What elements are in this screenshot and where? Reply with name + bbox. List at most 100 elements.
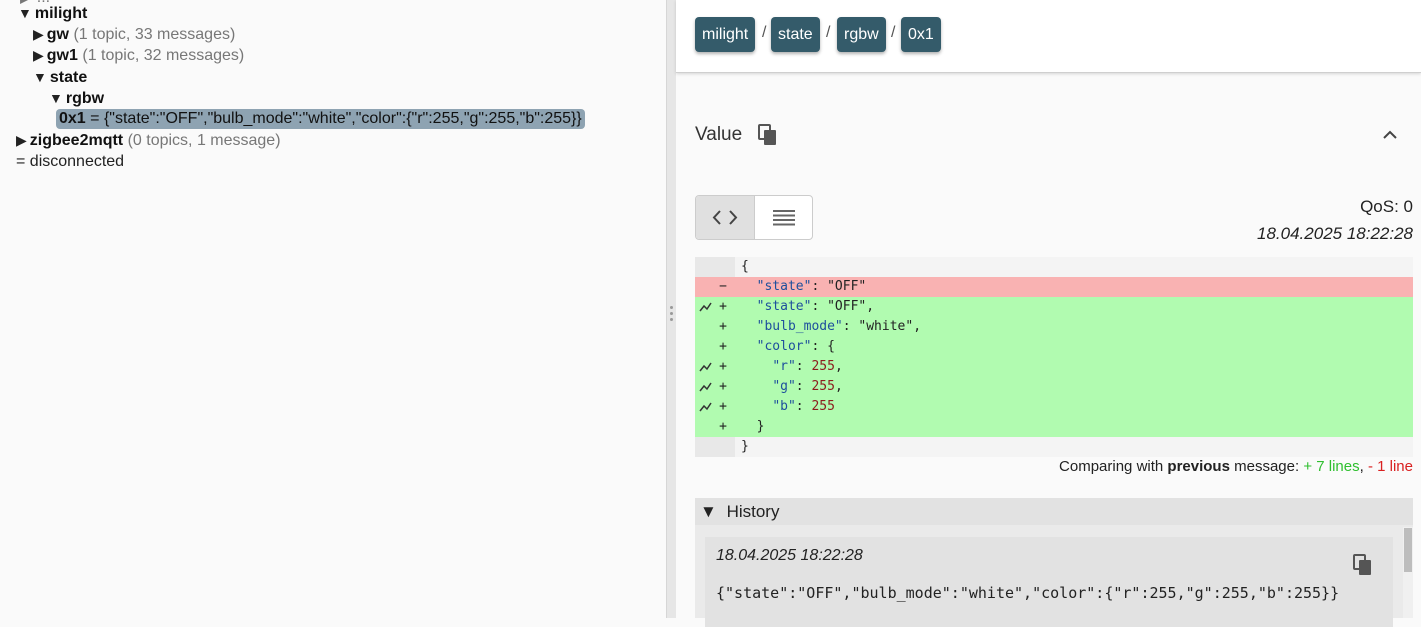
tree-node-label: 0x1: [59, 110, 86, 127]
scrollbar-thumb[interactable]: [1404, 528, 1412, 572]
tree-node-meta: (1 topic, 33 messages): [73, 26, 236, 43]
topic-tree: ▶ ... ▼milight ▶gw (1 topic, 33 messages…: [0, 0, 666, 618]
code-view-button[interactable]: [696, 196, 755, 239]
diff-summary-comma: ,: [1359, 458, 1368, 475]
sparkline-icon[interactable]: [698, 357, 714, 377]
sparkline-icon[interactable]: [698, 377, 714, 397]
diff-code: }: [741, 439, 749, 454]
diff-line-added: + "g": 255,: [695, 377, 1413, 397]
caret-right-icon: ▶: [33, 47, 44, 63]
qos-label: QoS: 0: [1360, 197, 1413, 216]
diff-code: "g": 255,: [772, 379, 843, 394]
diff-marker: +: [719, 339, 727, 354]
view-mode-toggle: [695, 195, 813, 240]
tree-node-label: milight: [34, 5, 88, 22]
diff-summary-ref: previous: [1167, 458, 1230, 475]
history-header[interactable]: ▼ History: [695, 498, 1413, 525]
diff-line-added: + "bulb_mode": "white",: [695, 317, 1413, 337]
diff-gutter: [695, 437, 735, 457]
diff-line-added: + "r": 255,: [695, 357, 1413, 377]
diff-code: "state": "OFF",: [756, 299, 875, 314]
raw-view-icon: [773, 210, 795, 226]
tree-node-label: zigbee2mqtt: [29, 132, 124, 149]
tree-node-rgbw[interactable]: ▼ rgbw: [49, 88, 104, 109]
history-entry-timestamp: 18.04.2025 18:22:28: [716, 547, 863, 564]
diff-gutter: +: [695, 417, 735, 437]
tree-node-gw1[interactable]: ▶ gw1 (1 topic, 32 messages): [33, 45, 244, 66]
raw-view-button[interactable]: [755, 196, 812, 239]
diff-code: "color": {: [756, 339, 835, 354]
diff-code: }: [741, 419, 765, 434]
detail-pane: milight / state / rgbw / 0x1 Value QoS: …: [676, 0, 1421, 627]
tree-node-gw[interactable]: ▶ gw (1 topic, 33 messages): [33, 24, 235, 45]
breadcrumb: milight / state / rgbw / 0x1: [676, 0, 1421, 73]
message-timestamp: 18.04.2025 18:22:28: [1257, 224, 1413, 243]
diff-summary-middle: message:: [1229, 458, 1304, 475]
diff-code: {: [741, 259, 749, 274]
tree-node-zigbee2mqtt[interactable]: ▶ zigbee2mqtt (0 topics, 1 message): [16, 130, 281, 151]
chevron-up-icon[interactable]: [1381, 126, 1399, 144]
breadcrumb-separator: /: [826, 24, 831, 41]
breadcrumb-milight[interactable]: milight: [695, 17, 756, 52]
history-panel: ▼ History 18.04.2025 18:22:28 {"state":"…: [695, 498, 1413, 627]
splitter-grip-icon: [670, 306, 674, 324]
tree-node-0x1-selected[interactable]: 0x1 = {"state":"OFF","bulb_mode":"white"…: [56, 109, 585, 129]
breadcrumb-separator: /: [891, 24, 896, 41]
sparkline-icon[interactable]: [698, 297, 714, 317]
diff-view: {− "state": "OFF" + "state": "OFF", + "bul…: [695, 257, 1413, 457]
diff-line-added: + }: [695, 417, 1413, 437]
history-title: History: [726, 502, 780, 521]
diff-marker: +: [719, 359, 727, 374]
tree-node-value: = {"state":"OFF","bulb_mode":"white","co…: [90, 110, 582, 127]
diff-marker: +: [719, 399, 727, 414]
diff-line-added: + "state": "OFF",: [695, 297, 1413, 317]
diff-line-removed: − "state": "OFF": [695, 277, 1413, 297]
sparkline-icon[interactable]: [698, 397, 714, 417]
diff-gutter: +: [695, 317, 735, 337]
diff-marker: −: [719, 279, 727, 294]
history-entry-value: {"state":"OFF","bulb_mode":"white","colo…: [716, 584, 1340, 602]
diff-line-added: + "color": {: [695, 337, 1413, 357]
diff-gutter: +: [695, 297, 735, 317]
breadcrumb-0x1[interactable]: 0x1: [901, 17, 941, 52]
diff-line-context: }: [695, 437, 1413, 457]
copy-icon[interactable]: [1353, 554, 1373, 576]
tree-node-meta: (1 topic, 32 messages): [82, 47, 245, 64]
diff-gutter: +: [695, 377, 735, 397]
history-entry[interactable]: 18.04.2025 18:22:28 {"state":"OFF","bulb…: [705, 537, 1393, 627]
copy-icon[interactable]: [758, 124, 778, 146]
diff-code: "r": 255,: [772, 359, 843, 374]
diff-marker: +: [719, 319, 727, 334]
diff-summary: Comparing with previous message: + 7 lin…: [1059, 458, 1413, 475]
diff-line-added: + "b": 255: [695, 397, 1413, 417]
caret-right-icon: ▶: [33, 26, 44, 42]
connection-status: = disconnected: [16, 153, 125, 170]
diff-marker: +: [719, 299, 727, 314]
tree-node-label: gw1: [46, 47, 78, 64]
diff-marker: +: [719, 379, 727, 394]
caret-down-icon: ▼: [700, 502, 717, 521]
caret-down-icon: ▼: [18, 5, 32, 21]
diff-code: "b": 255: [772, 399, 835, 414]
diff-line-context: {: [695, 257, 1413, 277]
history-scrollbar[interactable]: [1403, 527, 1413, 618]
tree-node-milight[interactable]: ▼ milight: [18, 3, 87, 24]
caret-down-icon: ▼: [33, 69, 47, 85]
tree-node-meta: (0 topics, 1 message): [127, 132, 281, 149]
diff-gutter: [695, 257, 735, 277]
code-view-icon: [712, 210, 738, 225]
diff-removed-count: - 1 line: [1367, 458, 1413, 475]
diff-summary-prefix: Comparing with: [1059, 458, 1168, 475]
diff-code: "bulb_mode": "white",: [756, 319, 922, 334]
breadcrumb-state[interactable]: state: [771, 17, 820, 52]
diff-gutter: +: [695, 397, 735, 417]
breadcrumb-rgbw[interactable]: rgbw: [837, 17, 886, 52]
tree-node-label: rgbw: [65, 90, 105, 107]
diff-added-count: + 7 lines: [1303, 458, 1360, 475]
diff-marker: +: [719, 419, 727, 434]
diff-gutter: +: [695, 357, 735, 377]
diff-code: "state": "OFF": [756, 279, 867, 294]
tree-node-state[interactable]: ▼ state: [33, 67, 87, 88]
caret-down-icon: ▼: [49, 90, 63, 106]
diff-gutter: +: [695, 337, 735, 357]
